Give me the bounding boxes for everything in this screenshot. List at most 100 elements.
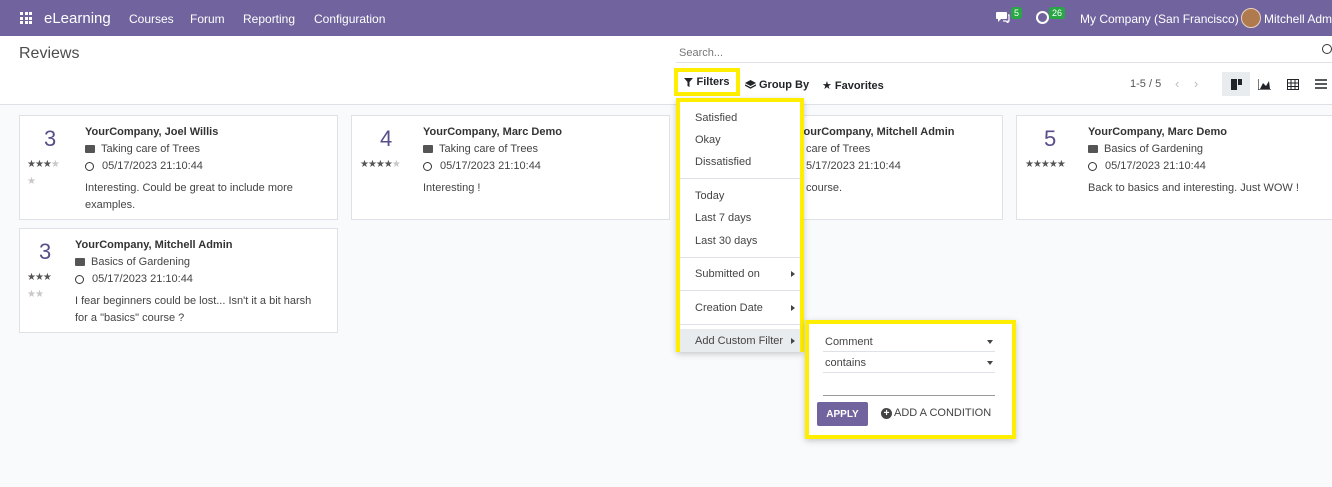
rating-stars: ★★★: [27, 272, 52, 283]
pager-next-icon[interactable]: ›: [1194, 76, 1198, 91]
review-card[interactable]: 3 ★★★ ★★ YourCompany, Mitchell Admin Bas…: [19, 228, 338, 333]
rating-stars: ★★★★: [27, 159, 60, 170]
activity-clock-icon[interactable]: [1036, 11, 1049, 24]
add-condition-button[interactable]: + ADD A CONDITION: [881, 407, 991, 419]
review-author: YourCompany, Mitchell Admin: [797, 126, 955, 138]
custom-filter-value-input[interactable]: [823, 380, 995, 396]
custom-filter-field-select[interactable]: Comment: [823, 334, 995, 352]
clock-icon: [423, 161, 432, 171]
filters-dropdown: Satisfied Okay Dissatisfied Today Last 7…: [676, 98, 804, 352]
dropdown-divider: [680, 324, 800, 325]
review-comment: Interesting !: [423, 182, 481, 194]
group-by-label: Group By: [759, 79, 810, 91]
review-card[interactable]: 3 ★★★★ ★ YourCompany, Joel Willis Taking…: [19, 115, 338, 220]
caret-right-icon: [791, 271, 795, 277]
rating-stars: ★★★★★: [360, 159, 401, 170]
review-comment: course.: [806, 182, 843, 194]
clock-icon: [85, 161, 94, 171]
star-icon: ★: [822, 80, 832, 92]
review-author: YourCompany, Mitchell Admin: [75, 239, 233, 251]
dropdown-divider: [680, 178, 800, 179]
rating-value: 3: [44, 126, 57, 151]
filters-button[interactable]: Filters: [674, 68, 740, 96]
review-date: 05/17/2023 21:10:44: [85, 160, 203, 172]
messages-badge: 5: [1011, 7, 1023, 19]
area-chart-icon: [1257, 78, 1271, 90]
menu-courses[interactable]: Courses: [129, 12, 174, 26]
table-icon: [1287, 78, 1299, 90]
user-menu[interactable]: Mitchell Adm: [1264, 12, 1332, 26]
review-author: YourCompany, Joel Willis: [85, 126, 219, 138]
filter-creation-date[interactable]: Creation Date: [695, 302, 763, 314]
rating-stars: ★★★★★: [1025, 159, 1066, 170]
filter-dissatisfied[interactable]: Dissatisfied: [695, 156, 751, 168]
review-author: YourCompany, Marc Demo: [423, 126, 562, 138]
filter-submitted-on[interactable]: Submitted on: [695, 268, 760, 280]
custom-filter-operator-select[interactable]: contains: [823, 355, 995, 373]
rating-stars-extra: ★: [27, 176, 36, 187]
page-title: Reviews: [19, 45, 80, 62]
dropdown-arrow-icon: [987, 340, 993, 344]
review-card[interactable]: 4 ★★★★★ YourCompany, Marc Demo Taking ca…: [351, 115, 670, 220]
rating-value: 5: [1044, 126, 1057, 151]
list-icon: [1315, 79, 1327, 89]
folder-icon: [1088, 145, 1098, 154]
review-comment: Back to basics and interesting. Just WOW…: [1088, 182, 1299, 194]
menu-configuration[interactable]: Configuration: [314, 12, 385, 26]
filters-label: Filters: [696, 76, 730, 88]
clock-icon: [1088, 161, 1097, 171]
review-course: care of Trees: [806, 143, 871, 155]
pivot-view-button[interactable]: [1279, 72, 1307, 96]
filter-today[interactable]: Today: [695, 190, 724, 202]
apps-menu-icon[interactable]: [20, 12, 32, 24]
dropdown-arrow-icon: [987, 361, 993, 365]
rating-value: 4: [380, 126, 393, 151]
pager-value[interactable]: 1-5 / 5: [1130, 78, 1161, 90]
review-course: Taking care of Trees: [85, 143, 200, 155]
group-by-button[interactable]: Group By: [745, 79, 809, 91]
messages-icon[interactable]: [996, 11, 1010, 25]
dropdown-divider: [680, 290, 800, 291]
control-panel: Reviews Filters Group By ★ Favorites 1-5…: [0, 36, 1332, 105]
favorites-label: Favorites: [834, 79, 884, 92]
dropdown-divider: [680, 257, 800, 258]
search-icon[interactable]: [1322, 44, 1332, 54]
kanban-icon: [1230, 78, 1242, 90]
filter-last-30-days[interactable]: Last 30 days: [695, 235, 757, 247]
activities-badge: 26: [1049, 7, 1066, 19]
filter-satisfied[interactable]: Satisfied: [695, 112, 737, 124]
kanban-view-button[interactable]: [1222, 72, 1250, 96]
rating-stars-extra: ★★: [27, 289, 44, 300]
favorites-button[interactable]: ★ Favorites: [822, 79, 884, 93]
filter-okay[interactable]: Okay: [695, 134, 721, 146]
menu-reporting[interactable]: Reporting: [243, 12, 295, 26]
review-course: Taking care of Trees: [423, 143, 538, 155]
caret-right-icon: [791, 338, 795, 344]
review-comment: Interesting. Could be great to include m…: [85, 182, 293, 211]
review-date: 5/17/2023 21:10:44: [806, 160, 901, 172]
search-input[interactable]: [676, 43, 1332, 63]
apply-button[interactable]: APPLY: [817, 402, 868, 426]
filter-last-7-days[interactable]: Last 7 days: [695, 212, 751, 224]
review-card[interactable]: 5 ★★★★★ YourCompany, Marc Demo Basics of…: [1016, 115, 1332, 220]
funnel-icon: [684, 77, 694, 87]
add-custom-filter[interactable]: Add Custom Filter: [695, 335, 783, 347]
review-author: YourCompany, Marc Demo: [1088, 126, 1227, 138]
review-date: 05/17/2023 21:10:44: [1088, 160, 1206, 172]
pager-previous-icon[interactable]: ‹: [1175, 76, 1179, 91]
caret-right-icon: [791, 305, 795, 311]
list-view-button[interactable]: [1307, 72, 1332, 96]
company-switcher[interactable]: My Company (San Francisco): [1080, 12, 1239, 26]
graph-view-button[interactable]: [1250, 72, 1278, 96]
layers-icon: [745, 80, 756, 89]
menu-forum[interactable]: Forum: [190, 12, 225, 26]
rating-value: 3: [39, 239, 52, 264]
review-course: Basics of Gardening: [75, 256, 190, 268]
app-brand[interactable]: eLearning: [44, 10, 111, 27]
top-navbar: eLearning Courses Forum Reporting Config…: [0, 0, 1332, 36]
user-avatar[interactable]: [1241, 8, 1261, 28]
plus-circle-icon: +: [881, 407, 892, 419]
review-course: Basics of Gardening: [1088, 143, 1203, 155]
clock-icon: [75, 274, 84, 284]
folder-icon: [75, 258, 85, 267]
